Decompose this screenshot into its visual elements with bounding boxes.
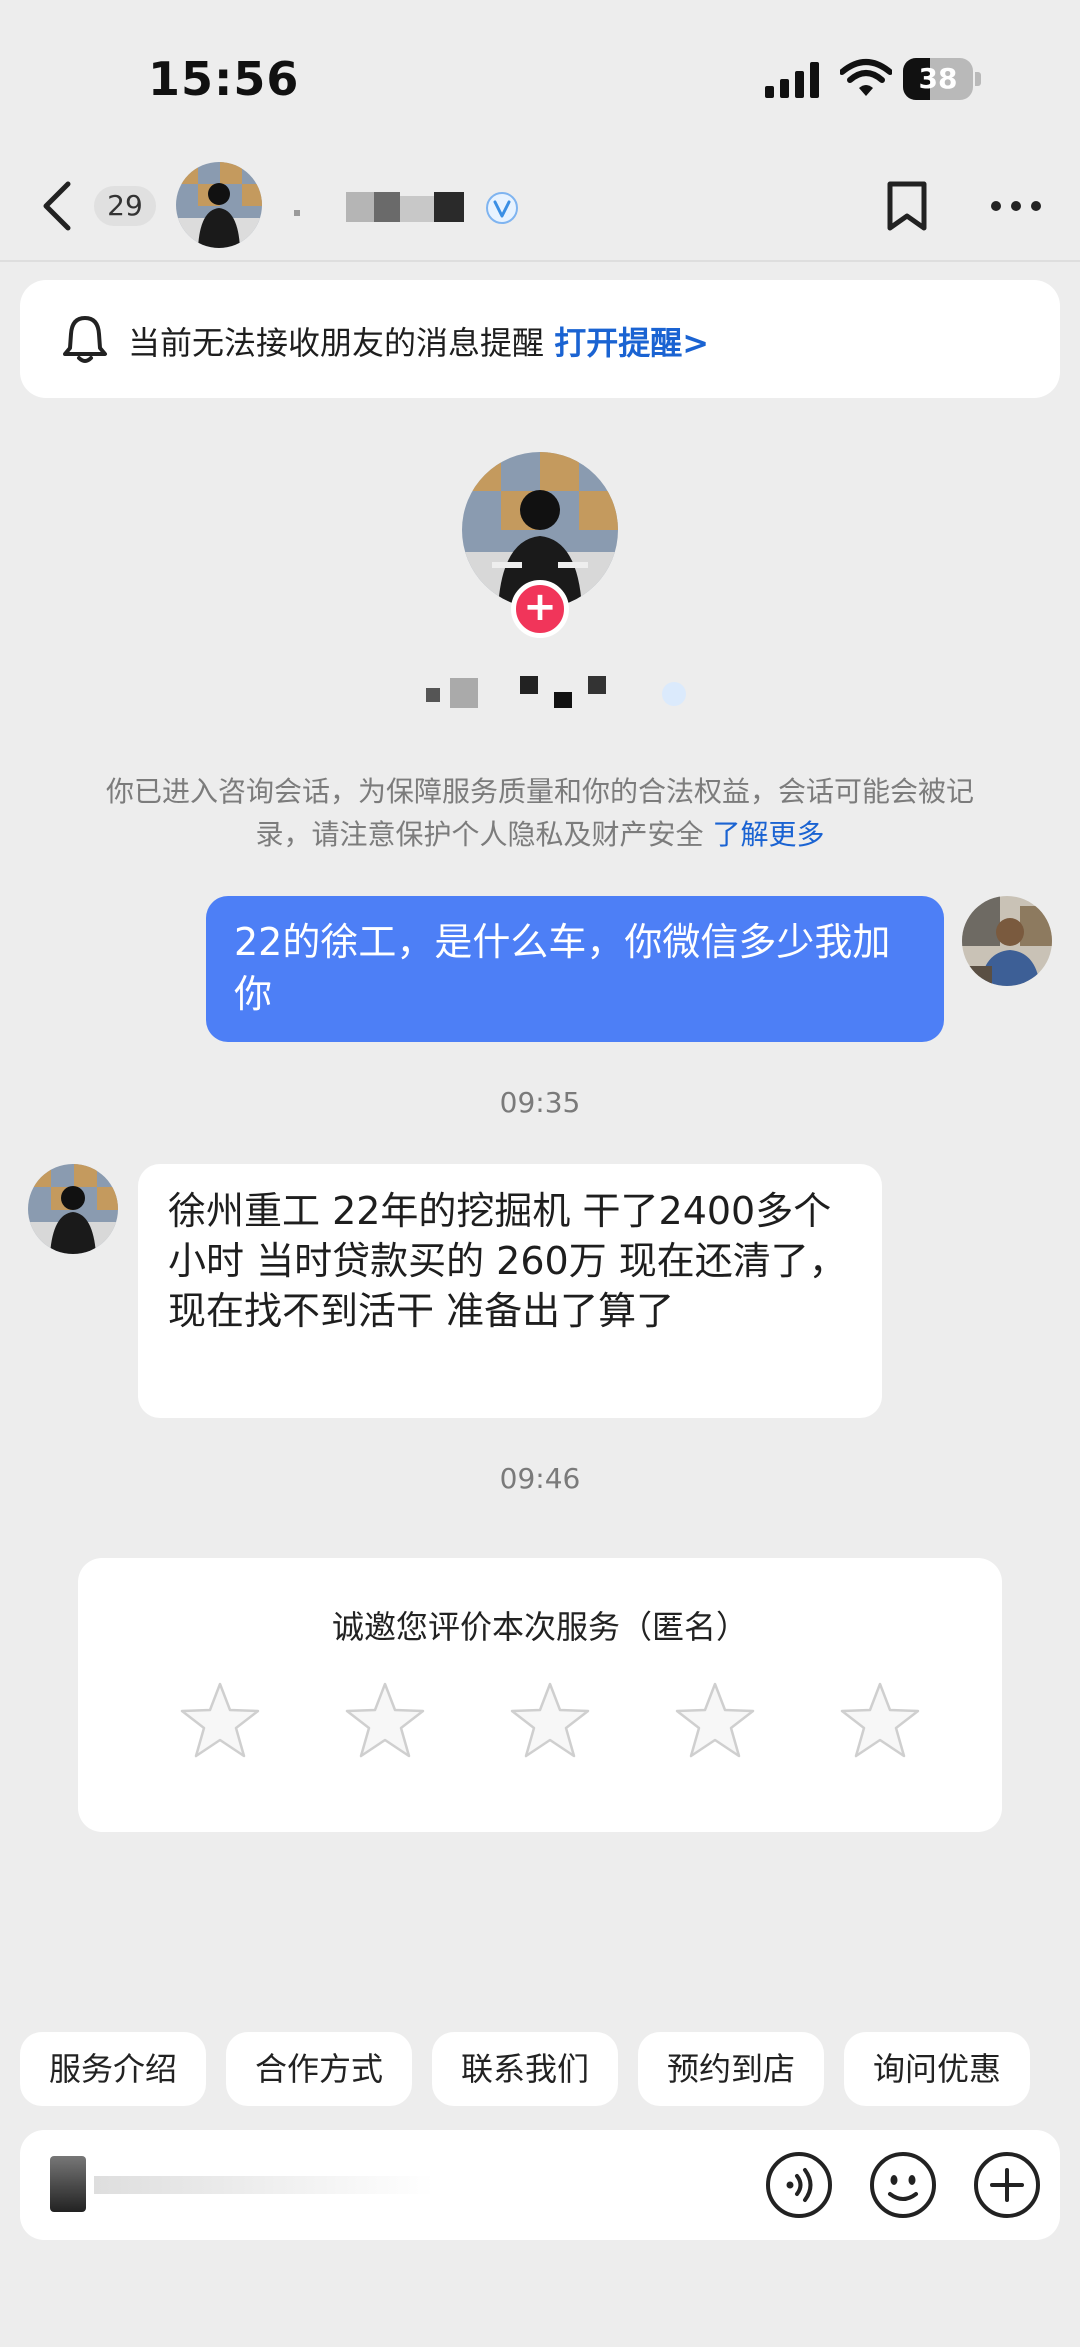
add-friend-button[interactable]: +: [511, 580, 569, 638]
star-2-icon[interactable]: [343, 1678, 427, 1762]
star-4-icon[interactable]: [673, 1678, 757, 1762]
more-options-button[interactable]: [990, 196, 1042, 216]
avatar-photo: [28, 1164, 118, 1254]
rating-title: 诚邀您评价本次服务（匿名）: [331, 1608, 748, 1646]
avatar-photo: [176, 162, 262, 248]
cellular-signal-icon: [765, 62, 819, 98]
notice-message: 当前无法接收朋友的消息提醒: [128, 324, 545, 362]
consult-text: 你已进入咨询会话，为保障服务质量和你的合法权益，会话可能会被记录，请注意保护个人…: [105, 775, 974, 851]
consult-notice: 你已进入咨询会话，为保障服务质量和你的合法权益，会话可能会被记录，请注意保护个人…: [100, 770, 980, 856]
contact-avatar[interactable]: [176, 162, 262, 248]
message-input[interactable]: [50, 2150, 470, 2220]
avatar-photo: [962, 896, 1052, 986]
my-avatar[interactable]: [962, 896, 1052, 986]
message-timestamp: 09:46: [499, 1462, 581, 1495]
bookmark-button[interactable]: [884, 180, 930, 232]
wifi-icon: [840, 59, 892, 96]
message-timestamp: 09:35: [499, 1086, 581, 1119]
outgoing-message-bubble[interactable]: 22的徐工，是什么车，你微信多少我加你: [206, 896, 944, 1042]
verified-icon: [486, 192, 518, 224]
message-input-bar: [20, 2130, 1060, 2240]
incoming-message-bubble[interactable]: 徐州重工 22年的挖掘机 干了2400多个小时 当时贷款买的 260万 现在还清…: [138, 1164, 882, 1418]
service-rating-card: 诚邀您评价本次服务（匿名）: [78, 1558, 1002, 1832]
battery-level: 38: [918, 62, 958, 95]
status-time: 15:56: [148, 52, 300, 106]
input-placeholder-blurred: [94, 2176, 434, 2194]
quick-reply-book-visit[interactable]: 预约到店: [638, 2032, 824, 2106]
notification-banner: 当前无法接收朋友的消息提醒 打开提醒>: [20, 280, 1060, 398]
back-button[interactable]: [36, 176, 86, 236]
star-1-icon[interactable]: [178, 1678, 262, 1762]
quick-reply-service-intro[interactable]: 服务介绍: [20, 2032, 206, 2106]
bell-icon: [63, 316, 107, 363]
contact-message-avatar[interactable]: [28, 1164, 118, 1254]
enable-notifications-link[interactable]: 打开提醒>: [554, 324, 709, 362]
quick-reply-ask-discount[interactable]: 询问优惠: [844, 2032, 1030, 2106]
unread-count-badge[interactable]: 29: [94, 186, 156, 226]
header-divider: [0, 260, 1080, 262]
battery-indicator: 38: [903, 58, 981, 100]
star-3-icon[interactable]: [508, 1678, 592, 1762]
notice-text: 当前无法接收朋友的消息提醒 打开提醒>: [128, 318, 709, 364]
more-actions-button[interactable]: [972, 2150, 1042, 2220]
learn-more-link[interactable]: 了解更多: [712, 818, 824, 851]
voice-input-button[interactable]: [764, 2150, 834, 2220]
quick-reply-cooperation[interactable]: 合作方式: [226, 2032, 412, 2106]
input-content-redacted: [50, 2156, 86, 2212]
emoji-button[interactable]: [868, 2150, 938, 2220]
profile-name-redacted: [426, 676, 686, 708]
star-5-icon[interactable]: [838, 1678, 922, 1762]
contact-name-redacted: [294, 192, 464, 222]
quick-reply-contact-us[interactable]: 联系我们: [432, 2032, 618, 2106]
